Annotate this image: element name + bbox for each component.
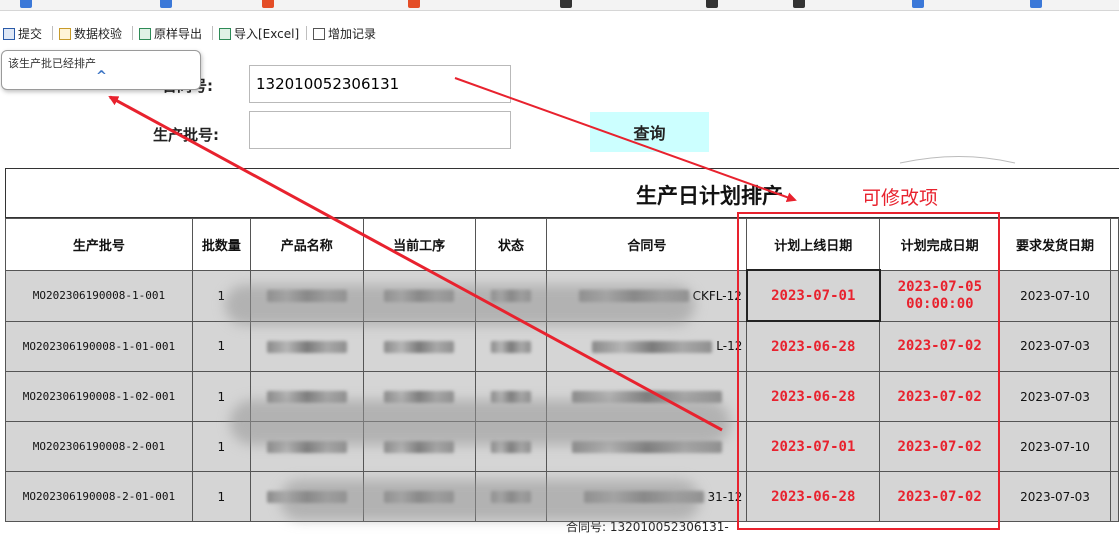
col-header-ship-date: 要求发货日期	[999, 218, 1111, 271]
bookmark[interactable]	[20, 0, 36, 8]
cell-batch: MO202306190008-1-001	[5, 269, 193, 322]
cell-ship-date: 2023-07-10	[999, 421, 1111, 472]
bookmark[interactable]	[408, 0, 424, 8]
chevron-up-icon[interactable]: ^	[96, 69, 107, 84]
validate-label: 数据校验	[74, 27, 123, 41]
add-record-label: 增加记录	[328, 27, 377, 41]
cell-extra	[1109, 421, 1119, 472]
cell-ship-date: 2023-07-03	[999, 371, 1111, 422]
col-header-product: 产品名称	[249, 218, 364, 271]
tooltip: 该生产批已经排产 ^	[1, 50, 201, 90]
cell-qty: 1	[191, 320, 251, 372]
cell-ship-date: 2023-07-03	[999, 471, 1111, 522]
cell-extra	[1109, 371, 1119, 422]
excel-icon	[219, 28, 231, 40]
query-button[interactable]: 查询	[590, 112, 709, 152]
editable-annotation-label: 可修改项	[862, 187, 939, 209]
bookmark[interactable]	[793, 0, 809, 8]
cell-contract: L-12	[546, 320, 748, 372]
import-label: 导入[Excel]	[234, 27, 300, 41]
cell-extra	[1109, 320, 1119, 372]
bookmarks-bar	[0, 0, 1119, 11]
submit-button[interactable]: 提交	[3, 25, 42, 42]
cell-contract-tail: CKFL-12	[692, 288, 742, 303]
privacy-mosaic	[230, 400, 730, 445]
export-button[interactable]: 原样导出	[139, 25, 202, 42]
table-header-row: 生产批号 批数量 产品名称 当前工序 状态 合同号 计划上线日期 计划完成日期 …	[5, 218, 1119, 271]
cell-plan-start[interactable]: 2023-06-28	[746, 320, 881, 372]
cell-contract-tail: 31-12	[707, 489, 743, 504]
table-row[interactable]: MO202306190008-1-01-001 1 L-12 2023-06-2…	[5, 320, 1119, 372]
table-title: 生产日计划排产	[636, 184, 783, 208]
check-icon	[59, 28, 71, 40]
cell-status	[474, 320, 548, 372]
cell-plan-end[interactable]: 2023-07-02	[879, 371, 1001, 422]
add-row-icon	[313, 28, 325, 40]
bookmark[interactable]	[912, 0, 928, 8]
schedule-table: 生产批号 批数量 产品名称 当前工序 状态 合同号 计划上线日期 计划完成日期 …	[5, 218, 1119, 522]
cell-plan-start[interactable]: 2023-07-01	[745, 269, 881, 322]
cell-contract-tail: L-12	[716, 339, 743, 354]
cell-plan-start[interactable]: 2023-06-28	[746, 471, 881, 522]
cell-plan-end[interactable]: 2023-07-02	[879, 320, 1001, 372]
decorative-curve	[899, 156, 1016, 164]
toolbar: 提交 数据校验 原样导出 导入[Excel] 增加记录	[0, 20, 1119, 44]
export-label: 原样导出	[154, 27, 203, 41]
cell-qty: 1	[191, 471, 251, 522]
add-record-button[interactable]: 增加记录	[313, 25, 376, 42]
toolbar-divider	[212, 26, 213, 40]
col-header-plan-end: 计划完成日期	[879, 218, 1001, 271]
col-header-batch: 生产批号	[5, 218, 193, 271]
cell-batch: MO202306190008-1-01-001	[5, 320, 193, 372]
col-header-contract: 合同号	[546, 218, 748, 271]
col-header-plan-start: 计划上线日期	[746, 218, 881, 271]
submit-label: 提交	[18, 27, 43, 41]
cell-ship-date: 2023-07-10	[999, 269, 1111, 322]
bookmark[interactable]	[560, 0, 576, 8]
cell-extra	[1109, 471, 1119, 522]
cell-ship-date: 2023-07-03	[999, 320, 1111, 372]
toolbar-divider	[52, 26, 53, 40]
col-header-extra	[1109, 218, 1119, 271]
col-header-qty: 批数量	[191, 218, 251, 271]
toolbar-divider	[132, 26, 133, 40]
privacy-mosaic	[225, 285, 695, 325]
table-title-row	[5, 168, 1119, 218]
cell-batch: MO202306190008-1-02-001	[5, 371, 193, 422]
toolbar-divider	[306, 26, 307, 40]
cell-plan-end[interactable]: 2023-07-02	[879, 471, 1001, 522]
cell-extra	[1109, 269, 1119, 322]
contract-input[interactable]	[249, 65, 511, 103]
bookmark[interactable]	[706, 0, 722, 8]
cell-plan-start[interactable]: 2023-06-28	[746, 371, 881, 422]
tooltip-text: 该生产批已经排产	[8, 57, 96, 70]
next-row-contract: 合同号: 132010052306131-	[566, 520, 729, 534]
bookmark[interactable]	[160, 0, 176, 8]
batch-label: 生产批号:	[153, 126, 219, 144]
batch-input[interactable]	[249, 111, 511, 149]
col-header-process: 当前工序	[362, 218, 476, 271]
cell-product	[249, 320, 364, 372]
col-header-status: 状态	[474, 218, 548, 271]
cell-plan-end[interactable]: 2023-07-05 00:00:00	[879, 269, 1001, 322]
bookmark[interactable]	[262, 0, 278, 8]
cell-batch: MO202306190008-2-001	[5, 421, 193, 472]
cell-batch: MO202306190008-2-01-001	[5, 471, 193, 522]
import-excel-button[interactable]: 导入[Excel]	[219, 25, 299, 42]
validate-button[interactable]: 数据校验	[59, 25, 122, 42]
cell-plan-start[interactable]: 2023-07-01	[746, 421, 881, 472]
privacy-mosaic	[280, 480, 700, 520]
cell-process	[362, 320, 476, 372]
bookmark[interactable]	[1030, 0, 1046, 8]
cell-plan-end[interactable]: 2023-07-02	[879, 421, 1001, 472]
export-icon	[139, 28, 151, 40]
save-icon	[3, 28, 15, 40]
